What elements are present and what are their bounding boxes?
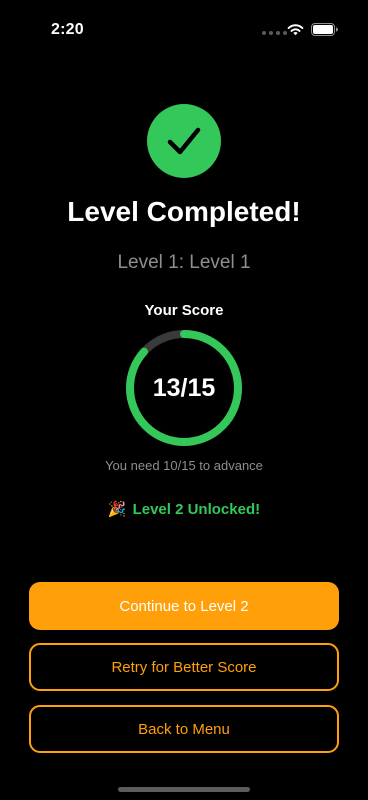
continue-button[interactable]: Continue to Level 2 — [29, 582, 339, 630]
retry-button[interactable]: Retry for Better Score — [29, 643, 339, 691]
home-indicator[interactable] — [118, 787, 250, 792]
level-completed-title: Level Completed! — [67, 196, 301, 227]
level-unlocked-message: 🎉 Level 2 Unlocked! — [0, 500, 368, 518]
status-bar: 2:20 — [0, 0, 368, 54]
pass-requirement-text: You need 10/15 to advance — [105, 458, 263, 473]
level-subtitle: Level 1: Level 1 — [117, 252, 251, 273]
party-popper-icon: 🎉 — [107, 501, 127, 518]
success-check-badge — [147, 104, 221, 178]
score-label: Your Score — [144, 302, 224, 319]
unlock-text: Level 2 Unlocked! — [132, 501, 261, 518]
signal-dots-icon — [262, 31, 287, 35]
back-to-menu-button[interactable]: Back to Menu — [29, 705, 339, 753]
status-time: 2:20 — [51, 21, 84, 38]
checkmark-icon — [167, 127, 201, 155]
level-complete-screen: 2:20 Level Completed! Level 1: Level 1 Y… — [0, 0, 368, 800]
score-value: 13/15 — [152, 373, 216, 402]
battery-icon — [311, 23, 338, 36]
wifi-icon — [287, 24, 304, 36]
